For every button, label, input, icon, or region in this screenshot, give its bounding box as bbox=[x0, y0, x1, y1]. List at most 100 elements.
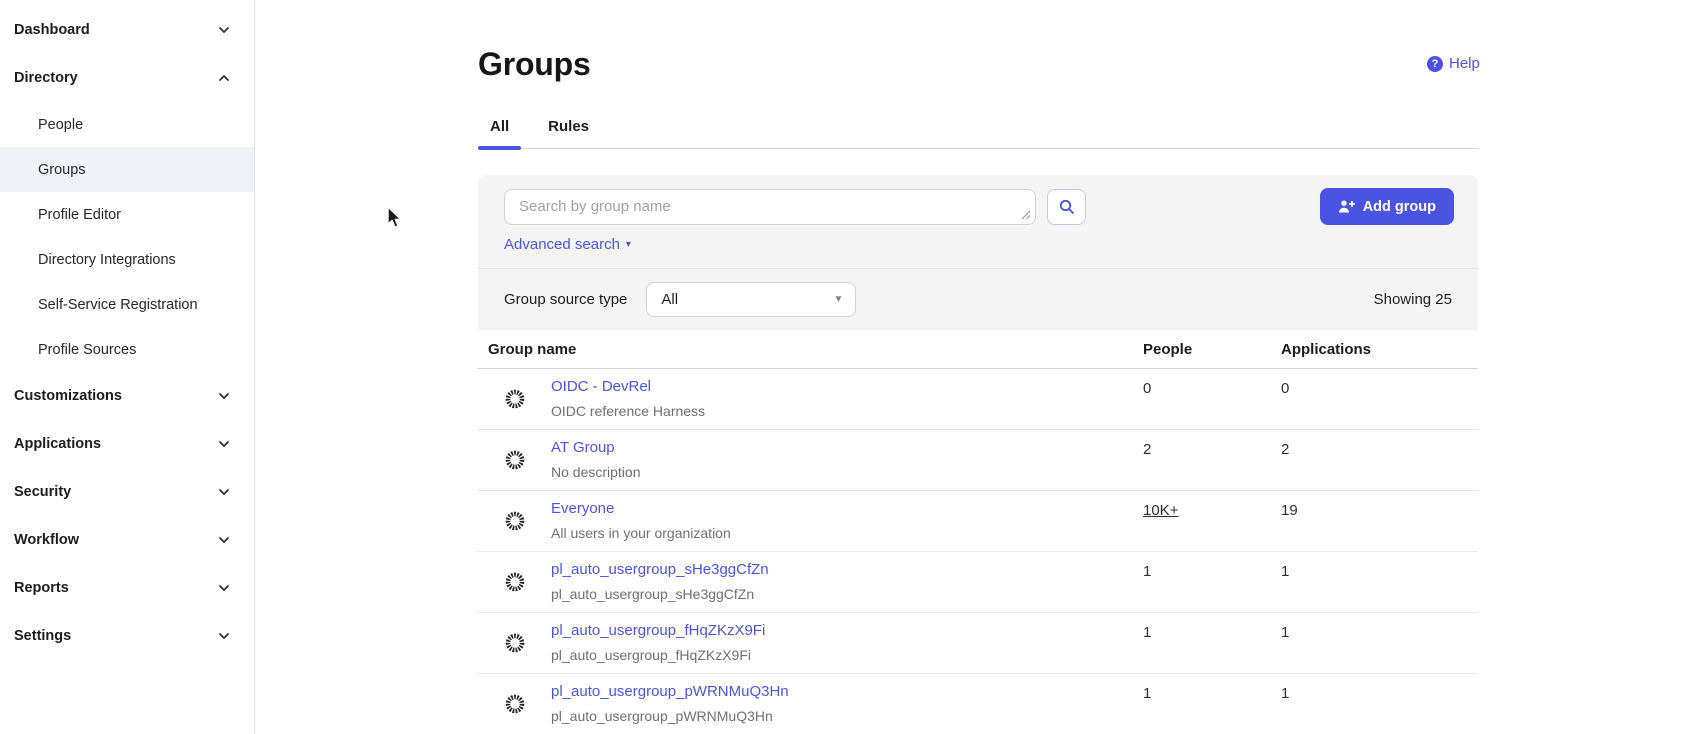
search-icon bbox=[1058, 198, 1076, 216]
group-icon bbox=[503, 448, 527, 472]
sidebar-item-workflow[interactable]: Workflow bbox=[0, 516, 254, 564]
select-value: All bbox=[661, 291, 678, 308]
applications-count: 2 bbox=[1266, 430, 1478, 490]
tab-all[interactable]: All bbox=[478, 112, 521, 148]
advanced-search-link[interactable]: Advanced search ▾ bbox=[504, 236, 631, 253]
add-group-button[interactable]: Add group bbox=[1320, 188, 1454, 225]
caret-down-icon: ▼ bbox=[834, 294, 844, 305]
filter-row: Group source type All ▼ Showing 25 bbox=[478, 269, 1478, 330]
group-name-cell: OIDC - DevRel OIDC reference Harness bbox=[478, 369, 1128, 429]
group-description: No description bbox=[551, 464, 1128, 480]
help-link[interactable]: ? Help bbox=[1427, 55, 1480, 72]
tab-rules[interactable]: Rules bbox=[536, 112, 601, 148]
sidebar-item-label: Groups bbox=[38, 162, 86, 178]
table-header: Group name People Applications bbox=[478, 330, 1478, 369]
sidebar-item-directory-integrations[interactable]: Directory Integrations bbox=[0, 237, 254, 282]
chevron-down-icon bbox=[216, 484, 232, 500]
group-link[interactable]: AT Group bbox=[551, 439, 615, 456]
applications-count: 0 bbox=[1266, 369, 1478, 429]
people-count: 1 bbox=[1128, 552, 1266, 612]
sidebar-item-label: Self-Service Registration bbox=[38, 297, 198, 313]
groups-admin-page: Dashboard Directory People Groups Profil… bbox=[0, 0, 1687, 734]
sidebar-item-label: Profile Sources bbox=[38, 342, 136, 358]
sidebar-item-label: Security bbox=[14, 484, 216, 500]
sidebar-item-label: People bbox=[38, 117, 83, 133]
chevron-up-icon bbox=[216, 70, 232, 86]
main-content: Groups ? Help All Rules bbox=[255, 0, 1687, 734]
table-row: Everyone All users in your organization … bbox=[478, 491, 1478, 552]
groups-table: Group name People Applications OIDC - De… bbox=[478, 330, 1478, 734]
sidebar-item-groups[interactable]: Groups bbox=[0, 147, 254, 192]
sidebar: Dashboard Directory People Groups Profil… bbox=[0, 0, 255, 734]
help-question-icon: ? bbox=[1427, 56, 1443, 72]
people-count: 2 bbox=[1128, 430, 1266, 490]
group-name-cell: pl_auto_usergroup_pWRNMuQ3Hn pl_auto_use… bbox=[478, 674, 1128, 734]
sidebar-item-customizations[interactable]: Customizations bbox=[0, 372, 254, 420]
table-row: pl_auto_usergroup_pWRNMuQ3Hn pl_auto_use… bbox=[478, 674, 1478, 734]
sidebar-item-settings[interactable]: Settings bbox=[0, 612, 254, 660]
group-description: OIDC reference Harness bbox=[551, 403, 1128, 419]
group-name-cell: Everyone All users in your organization bbox=[478, 491, 1128, 551]
search-input[interactable] bbox=[505, 190, 1035, 224]
people-count: 1 bbox=[1128, 613, 1266, 673]
header-people: People bbox=[1128, 341, 1266, 358]
group-name-cell: AT Group No description bbox=[478, 430, 1128, 490]
search-button[interactable] bbox=[1047, 189, 1086, 225]
applications-count: 19 bbox=[1266, 491, 1478, 551]
caret-down-icon: ▾ bbox=[626, 239, 631, 250]
sidebar-item-profile-sources[interactable]: Profile Sources bbox=[0, 327, 254, 372]
group-source-type-select[interactable]: All ▼ bbox=[646, 282, 856, 317]
people-count-link[interactable]: 10K+ bbox=[1143, 502, 1178, 519]
group-search-box bbox=[504, 189, 1036, 225]
search-panel: Add group Advanced search ▾ Group source… bbox=[478, 175, 1478, 330]
resize-grip-icon[interactable] bbox=[1021, 210, 1031, 220]
showing-count: Showing 25 bbox=[1374, 291, 1452, 308]
sidebar-item-label: Applications bbox=[14, 436, 216, 452]
chevron-down-icon bbox=[216, 580, 232, 596]
sidebar-item-security[interactable]: Security bbox=[0, 468, 254, 516]
chevron-down-icon bbox=[216, 22, 232, 38]
sidebar-item-label: Workflow bbox=[14, 532, 216, 548]
applications-count: 1 bbox=[1266, 674, 1478, 734]
group-description: pl_auto_usergroup_sHe3ggCfZn bbox=[551, 586, 1128, 602]
group-icon bbox=[503, 631, 527, 655]
group-link[interactable]: pl_auto_usergroup_fHqZKzX9Fi bbox=[551, 622, 765, 639]
sidebar-item-directory[interactable]: Directory bbox=[0, 54, 254, 102]
chevron-down-icon bbox=[216, 532, 232, 548]
sidebar-item-applications[interactable]: Applications bbox=[0, 420, 254, 468]
group-icon bbox=[503, 387, 527, 411]
header-group-name: Group name bbox=[478, 341, 1128, 358]
group-source-type-label: Group source type bbox=[504, 291, 627, 308]
table-row: AT Group No description 2 2 bbox=[478, 430, 1478, 491]
sidebar-item-reports[interactable]: Reports bbox=[0, 564, 254, 612]
chevron-down-icon bbox=[216, 436, 232, 452]
applications-count: 1 bbox=[1266, 613, 1478, 673]
group-description: pl_auto_usergroup_pWRNMuQ3Hn bbox=[551, 708, 1128, 724]
sidebar-item-profile-editor[interactable]: Profile Editor bbox=[0, 192, 254, 237]
page-title: Groups bbox=[478, 46, 591, 83]
people-count-cell: 10K+ bbox=[1128, 491, 1266, 551]
table-row: pl_auto_usergroup_sHe3ggCfZn pl_auto_use… bbox=[478, 552, 1478, 613]
add-group-icon bbox=[1338, 199, 1355, 214]
sidebar-item-label: Settings bbox=[14, 628, 216, 644]
sidebar-item-label: Reports bbox=[14, 580, 216, 596]
group-name-cell: pl_auto_usergroup_sHe3ggCfZn pl_auto_use… bbox=[478, 552, 1128, 612]
group-description: All users in your organization bbox=[551, 525, 1128, 541]
add-group-label: Add group bbox=[1363, 199, 1436, 215]
group-icon bbox=[503, 509, 527, 533]
sidebar-item-dashboard[interactable]: Dashboard bbox=[0, 6, 254, 54]
sidebar-item-people[interactable]: People bbox=[0, 102, 254, 147]
sidebar-item-label: Directory Integrations bbox=[38, 252, 176, 268]
people-count: 0 bbox=[1128, 369, 1266, 429]
group-icon bbox=[503, 692, 527, 716]
sidebar-item-self-service-registration[interactable]: Self-Service Registration bbox=[0, 282, 254, 327]
group-link[interactable]: pl_auto_usergroup_pWRNMuQ3Hn bbox=[551, 683, 789, 700]
group-link[interactable]: Everyone bbox=[551, 500, 614, 517]
group-description: pl_auto_usergroup_fHqZKzX9Fi bbox=[551, 647, 1128, 663]
table-row: OIDC - DevRel OIDC reference Harness 0 0 bbox=[478, 369, 1478, 430]
group-link[interactable]: OIDC - DevRel bbox=[551, 378, 651, 395]
group-link[interactable]: pl_auto_usergroup_sHe3ggCfZn bbox=[551, 561, 769, 578]
chevron-down-icon bbox=[216, 388, 232, 404]
people-count: 1 bbox=[1128, 674, 1266, 734]
sidebar-item-label: Customizations bbox=[14, 388, 216, 404]
